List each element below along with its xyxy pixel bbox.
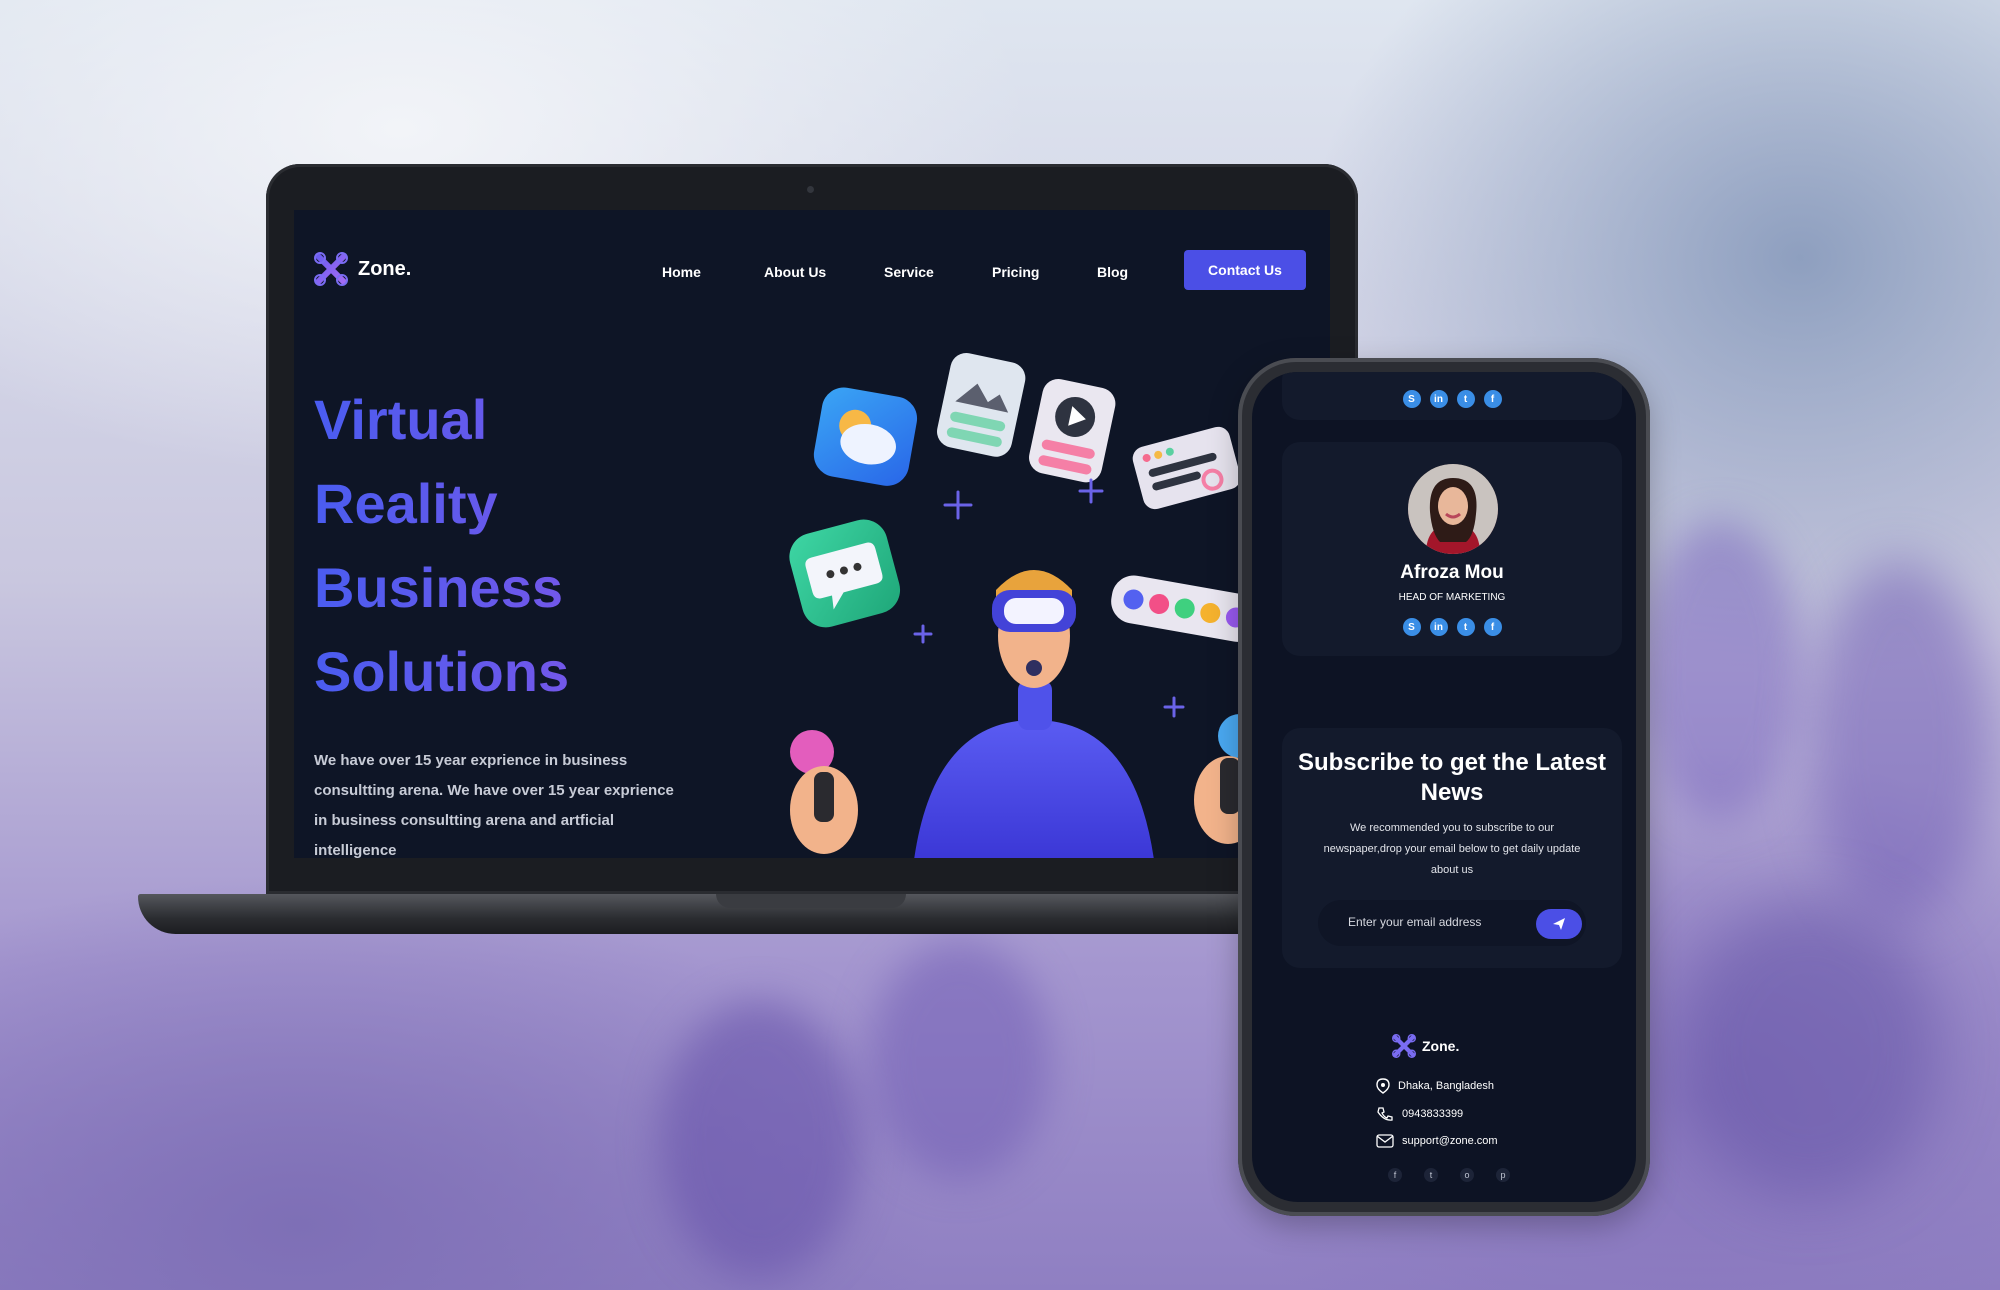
phone-mockup: S in t f Afroza Mou HEAD OF MARKETING S <box>1238 358 1650 1216</box>
laptop-base <box>138 894 1328 934</box>
nav-blog[interactable]: Blog <box>1097 264 1128 280</box>
hero-line: Solutions <box>314 630 714 714</box>
subscribe-title: Subscribe to get the Latest News <box>1297 749 1607 806</box>
email-field[interactable]: Enter your email address <box>1318 900 1586 946</box>
subscribe-description: We recommended you to subscribe to our n… <box>1323 822 1581 876</box>
twitter-icon[interactable]: t <box>1424 1168 1438 1182</box>
footer-social-links: f t o p <box>1388 1168 1510 1182</box>
twitter-icon[interactable]: t <box>1456 618 1475 636</box>
lavender-decoration <box>1680 900 1940 1200</box>
nav-about-us[interactable]: About Us <box>764 264 826 280</box>
lavender-decoration <box>870 940 1050 1180</box>
address-text: Dhaka, Bangladesh <box>1398 1080 1495 1092</box>
lavender-decoration <box>1810 560 1990 920</box>
zone-logo-icon <box>1392 1034 1416 1058</box>
skype-icon[interactable]: S <box>1402 390 1421 408</box>
camera-icon <box>807 186 814 193</box>
email-text: support@zone.com <box>1402 1135 1498 1147</box>
linkedin-icon[interactable]: in <box>1429 390 1448 408</box>
phone-text: 0943833399 <box>1402 1108 1464 1120</box>
weather-icon <box>813 387 918 486</box>
instagram-icon[interactable]: o <box>1460 1168 1474 1182</box>
location-icon <box>1376 1078 1390 1094</box>
linkedin-icon[interactable]: in <box>1429 618 1448 636</box>
hero-line: Business <box>314 546 714 630</box>
video-icon <box>1029 378 1116 483</box>
hero-line: Reality <box>314 462 714 546</box>
member-name: Afroza Mou <box>1400 562 1504 583</box>
footer-brand: Zone. <box>1422 1038 1460 1054</box>
send-button[interactable] <box>1536 909 1582 939</box>
mail-icon <box>1376 1134 1394 1148</box>
pinterest-icon[interactable]: p <box>1496 1168 1510 1182</box>
phone-screen: S in t f Afroza Mou HEAD OF MARKETING S <box>1252 372 1636 1202</box>
hero-title: Virtual Reality Business Solutions <box>314 378 714 714</box>
controller-left <box>790 730 858 854</box>
laptop-notch <box>716 894 906 908</box>
footer-email: support@zone.com <box>1376 1134 1498 1148</box>
member-social-links: S in t f <box>1282 618 1622 636</box>
team-card-partial: S in t f <box>1282 372 1622 420</box>
skype-icon[interactable]: S <box>1402 618 1421 636</box>
chat-icon <box>789 519 901 628</box>
top-navigation: Zone. Home About Us Service Pricing Blog… <box>294 210 1330 330</box>
email-input-placeholder[interactable]: Enter your email address <box>1348 915 1481 929</box>
team-member-card: Afroza Mou HEAD OF MARKETING S in t f <box>1282 442 1622 656</box>
zone-logo-icon <box>314 252 348 286</box>
social-links: S in t f <box>1282 390 1622 408</box>
nav-home[interactable]: Home <box>662 264 701 280</box>
subscribe-card: Subscribe to get the Latest News We reco… <box>1282 728 1622 968</box>
nav-pricing[interactable]: Pricing <box>992 264 1039 280</box>
lavender-decoration <box>660 1000 860 1280</box>
nav-service[interactable]: Service <box>884 264 934 280</box>
footer-address: Dhaka, Bangladesh <box>1376 1078 1494 1094</box>
logo[interactable]: Zone. <box>314 252 411 286</box>
footer-phone: 0943833399 <box>1376 1106 1463 1122</box>
hero-line: Virtual <box>314 378 714 462</box>
hero-description: We have over 15 year exprience in busine… <box>314 752 674 858</box>
laptop-mockup: Zone. Home About Us Service Pricing Blog… <box>266 164 1358 894</box>
facebook-icon[interactable]: f <box>1483 390 1502 408</box>
facebook-icon[interactable]: f <box>1388 1168 1402 1182</box>
send-icon <box>1553 918 1565 930</box>
member-role: HEAD OF MARKETING <box>1398 592 1506 603</box>
twitter-icon[interactable]: t <box>1456 390 1475 408</box>
facebook-icon[interactable]: f <box>1483 618 1502 636</box>
lavender-decoration <box>1640 520 1800 820</box>
person-avatar-icon <box>1408 464 1498 554</box>
avatar <box>1408 464 1498 554</box>
phone-icon <box>1377 1107 1393 1121</box>
footer-logo[interactable]: Zone. <box>1392 1034 1459 1058</box>
contact-us-button[interactable]: Contact Us <box>1184 250 1306 290</box>
brand-name: Zone. <box>358 257 412 280</box>
image-icon <box>937 352 1026 457</box>
window-icon <box>1132 426 1241 510</box>
laptop-screen: Zone. Home About Us Service Pricing Blog… <box>294 210 1330 858</box>
